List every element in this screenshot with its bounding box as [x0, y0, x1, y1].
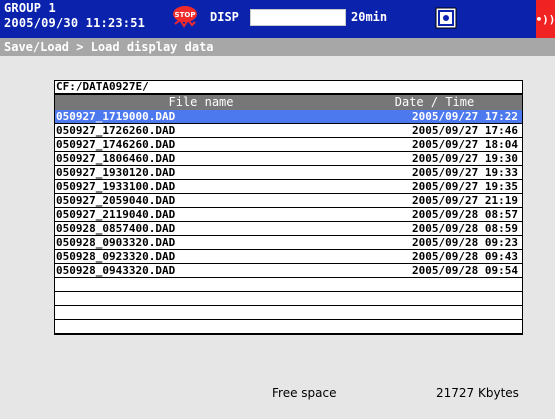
table-row[interactable]: 050927_1933100.DAD 2005/09/27 19:35: [55, 180, 522, 194]
table-row[interactable]: 050927_1719000.DAD 2005/09/27 17:22: [55, 110, 522, 124]
table-row[interactable]: [55, 320, 522, 334]
media-card-icon[interactable]: [434, 6, 458, 30]
stop-record-icon[interactable]: STOP: [172, 5, 198, 31]
file-name-cell: 050927_1933100.DAD: [56, 180, 176, 193]
date-time-cell: 2005/09/27 17:46: [412, 124, 518, 137]
table-row[interactable]: 050927_1726260.DAD 2005/09/27 17:46: [55, 124, 522, 138]
date-time-cell: 2005/09/27 21:19: [412, 194, 518, 207]
trend-indicator-bar: [250, 9, 346, 26]
table-row[interactable]: [55, 278, 522, 292]
table-header: File name Date / Time: [55, 95, 522, 110]
date-time-cell: 2005/09/28 09:23: [412, 236, 518, 249]
date-time-cell: [347, 306, 522, 319]
current-datetime: 2005/09/30 11:23:51: [4, 16, 146, 30]
date-time-cell: 2005/09/27 18:04: [412, 138, 518, 151]
file-name-cell: 050927_2059040.DAD: [56, 194, 176, 207]
file-name-cell: 050928_0903320.DAD: [56, 236, 176, 249]
date-time-cell: 2005/09/27 19:30: [412, 152, 518, 165]
date-time-cell: 2005/09/27 17:22: [412, 110, 518, 123]
svg-text:STOP: STOP: [175, 11, 196, 19]
breadcrumb-text: Save/Load > Load display data: [4, 40, 214, 54]
trend-rate: 20min: [351, 10, 388, 24]
free-space-value: 21727 Kbytes: [436, 386, 519, 400]
file-name-cell: [55, 306, 347, 319]
file-name-cell: [55, 320, 347, 333]
table-row[interactable]: 050928_0923320.DAD 2005/09/28 09:43: [55, 250, 522, 264]
breadcrumb: Save/Load > Load display data: [0, 38, 555, 56]
file-name-cell: 050927_1806460.DAD: [56, 152, 176, 165]
table-row[interactable]: 050928_0943320.DAD 2005/09/28 09:54: [55, 264, 522, 278]
table-row[interactable]: 050928_0903320.DAD 2005/09/28 09:23: [55, 236, 522, 250]
file-name-cell: 050927_1746260.DAD: [56, 138, 176, 151]
file-name-cell: 050927_1719000.DAD: [56, 110, 176, 123]
date-time-cell: [347, 320, 522, 333]
date-time-cell: [347, 278, 522, 291]
file-name-cell: 050928_0923320.DAD: [56, 250, 176, 263]
table-row[interactable]: 050927_2059040.DAD 2005/09/27 21:19: [55, 194, 522, 208]
date-time-cell: 2005/09/27 19:35: [412, 180, 518, 193]
date-time-cell: 2005/09/28 09:54: [412, 264, 518, 277]
main-panel: CF:/DATA0927E/ File name Date / Time 050…: [0, 56, 555, 419]
display-mode-label[interactable]: DISP: [210, 10, 239, 24]
storage-info: Free space 21727 Kbytes: [0, 386, 555, 406]
table-row[interactable]: 050927_2119040.DAD 2005/09/28 08:57: [55, 208, 522, 222]
table-row[interactable]: 050927_1930120.DAD 2005/09/27 19:33: [55, 166, 522, 180]
date-time-cell: 2005/09/28 08:59: [412, 222, 518, 235]
file-name-cell: 050928_0943320.DAD: [56, 264, 176, 277]
table-row[interactable]: [55, 292, 522, 306]
file-name-cell: 050928_0857400.DAD: [56, 222, 176, 235]
file-name-cell: [55, 278, 347, 291]
date-time-cell: [347, 292, 522, 305]
table-row[interactable]: [55, 306, 522, 320]
table-row[interactable]: 050927_1746260.DAD 2005/09/27 18:04: [55, 138, 522, 152]
table-row[interactable]: 050927_1806460.DAD 2005/09/27 19:30: [55, 152, 522, 166]
column-header-file-name: File name: [168, 95, 234, 109]
file-name-cell: 050927_1930120.DAD: [56, 166, 176, 179]
group-info: GROUP 1 2005/09/30 11:23:51: [4, 1, 145, 31]
column-header-date-time: Date / Time: [394, 95, 475, 109]
date-time-cell: 2005/09/28 09:43: [412, 250, 518, 263]
file-name-cell: 050927_1726260.DAD: [56, 124, 176, 137]
table-row[interactable]: 050928_0857400.DAD 2005/09/28 08:59: [55, 222, 522, 236]
alarm-indicator[interactable]: •)): [536, 0, 555, 38]
directory-path: CF:/DATA0927E/: [54, 80, 523, 94]
status-bar: GROUP 1 2005/09/30 11:23:51 STOP DISP 20…: [0, 0, 555, 38]
file-name-cell: 050927_2119040.DAD: [56, 208, 176, 221]
date-time-cell: 2005/09/27 19:33: [412, 166, 518, 179]
free-space-label: Free space: [272, 386, 337, 400]
group-name: GROUP 1: [4, 1, 56, 15]
date-time-cell: 2005/09/28 08:57: [412, 208, 518, 221]
file-list-table: File name Date / Time 050927_1719000.DAD…: [54, 94, 523, 335]
file-name-cell: [55, 292, 347, 305]
